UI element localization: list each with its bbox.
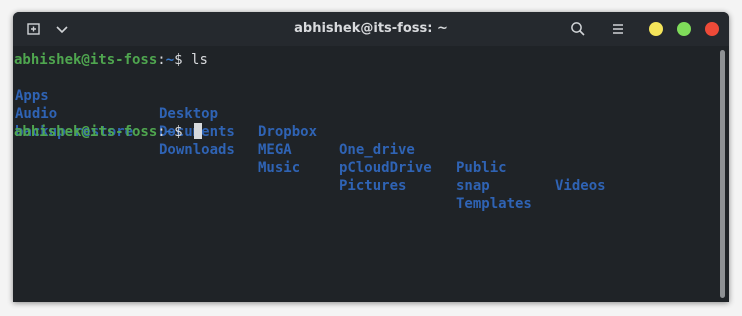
- prompt-user: abhishek@its-foss: [14, 124, 158, 140]
- titlebar: abhishek@its-foss: ~: [13, 12, 729, 46]
- prompt-symbol: $: [174, 52, 183, 68]
- prompt-path: ~: [165, 124, 175, 140]
- directory-entry: Public: [456, 160, 507, 176]
- hamburger-menu-icon: [613, 24, 623, 34]
- close-button[interactable]: [705, 22, 719, 36]
- directory-entry: snap: [456, 178, 490, 194]
- terminal-output[interactable]: abhishek@its-foss:~$ ls Apps Desktop Dro…: [13, 46, 719, 302]
- ls-row: Audio Documents MEGA pCloudDrive snap: [14, 87, 490, 194]
- search-button[interactable]: [567, 18, 589, 40]
- prompt-user: abhishek@its-foss: [14, 52, 158, 68]
- directory-entry: One_drive: [339, 142, 415, 158]
- maximize-button[interactable]: [677, 22, 691, 36]
- terminal-scrollbar[interactable]: [720, 50, 725, 298]
- terminal-window: abhishek@its-foss: ~ abhishek@its-foss:~…: [13, 12, 729, 302]
- directory-entry: pCloudDrive: [339, 160, 432, 176]
- directory-entry: Templates: [456, 196, 532, 212]
- text-cursor: [194, 123, 203, 139]
- prompt-separator: :: [157, 52, 166, 68]
- directory-entry: Music: [258, 160, 301, 176]
- search-icon: [571, 22, 585, 36]
- directory-entry: Downloads: [159, 142, 235, 158]
- prompt-symbol: $: [174, 124, 183, 140]
- directory-entry: Desktop: [159, 106, 219, 122]
- directory-entry: Pictures: [339, 178, 407, 194]
- menu-button[interactable]: [607, 18, 629, 40]
- minimize-button[interactable]: [649, 22, 663, 36]
- directory-entry: Dropbox: [258, 124, 318, 140]
- prompt-path: ~: [165, 52, 175, 68]
- ls-row: Apps Desktop Dropbox One_drive Public Vi…: [14, 69, 606, 194]
- prompt-line: abhishek@its-foss:~$ ls: [14, 51, 208, 69]
- directory-entry: MEGA: [258, 142, 292, 158]
- command-text: ls: [191, 52, 208, 68]
- prompt-line: abhishek@its-foss:~$: [14, 123, 203, 141]
- directory-entry: Videos: [555, 178, 606, 194]
- prompt-separator: :: [157, 124, 166, 140]
- ls-row: backup-restore Downloads Music Pictures …: [14, 105, 532, 212]
